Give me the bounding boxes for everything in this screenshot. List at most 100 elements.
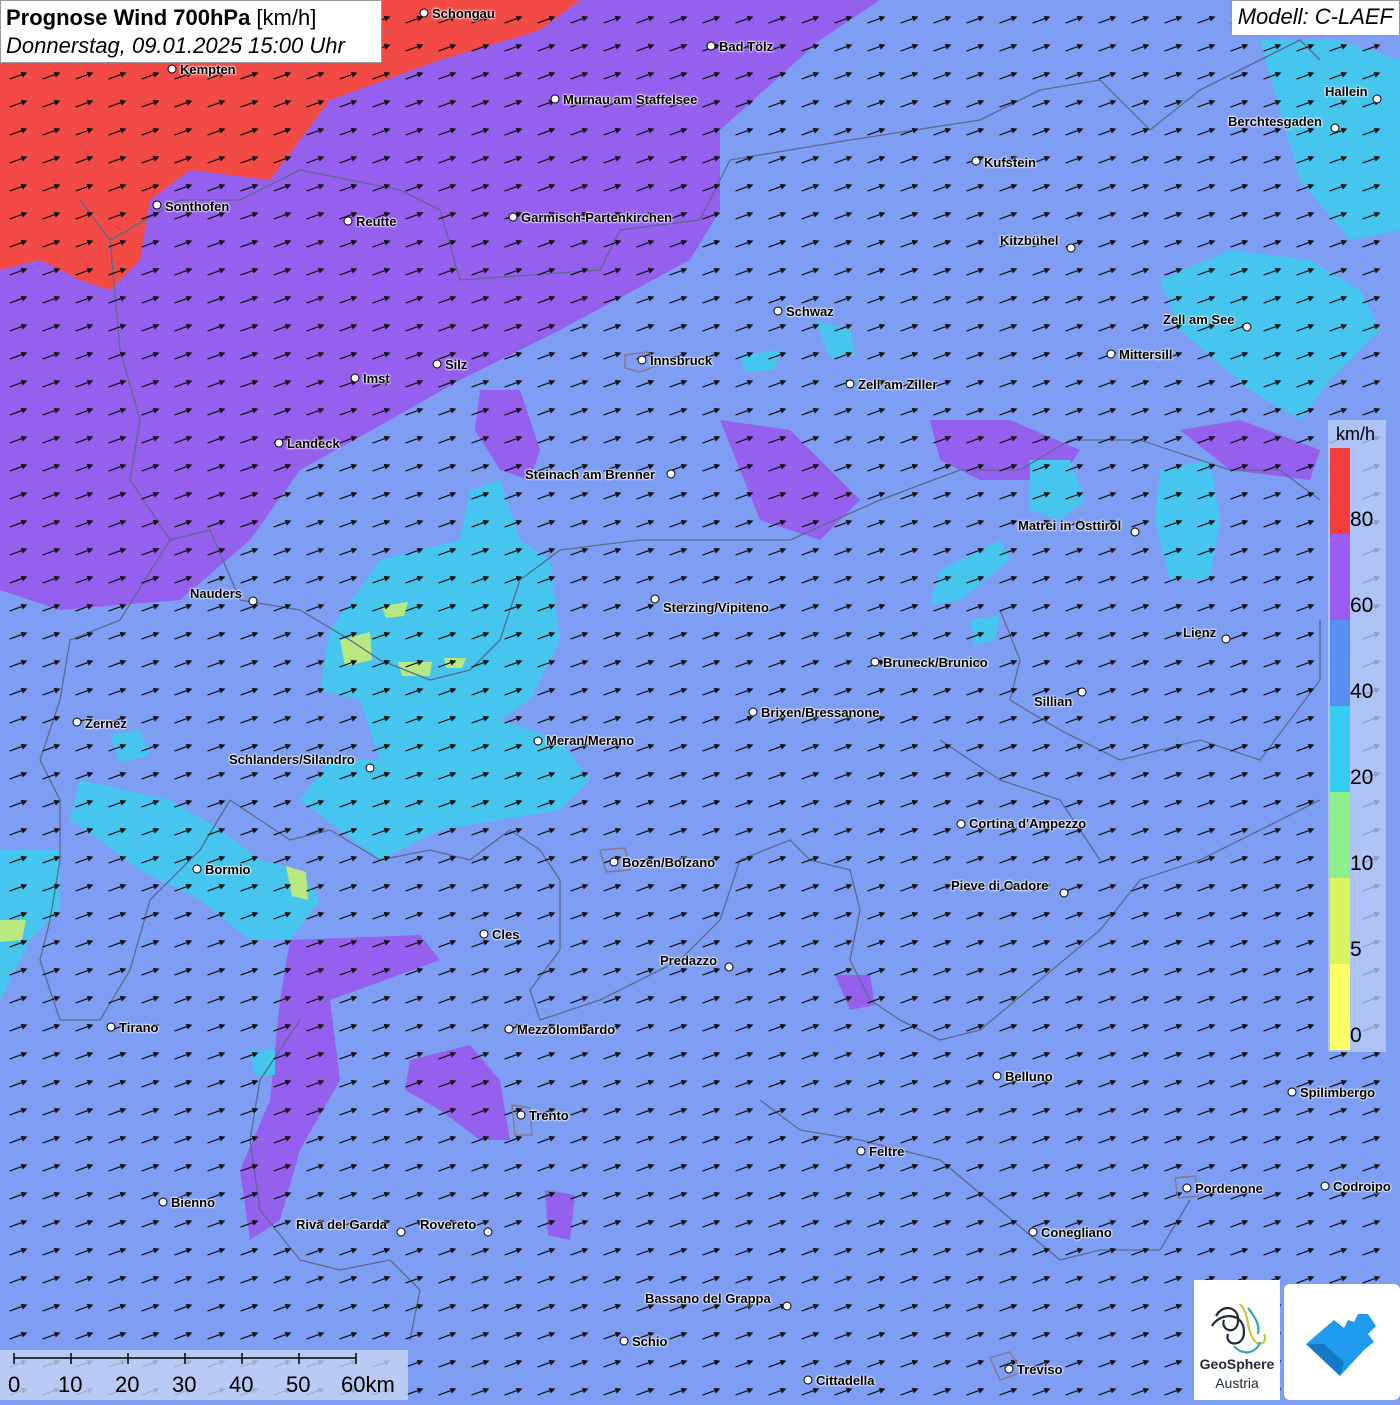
city-marker <box>432 359 442 369</box>
city-marker <box>350 373 360 383</box>
city-label: Garmisch-Partenkirchen <box>521 210 673 225</box>
city-marker <box>508 212 518 222</box>
city-label: Trento <box>529 1108 569 1123</box>
city-label: Schwaz <box>786 304 834 319</box>
city-marker <box>106 1022 116 1032</box>
scale-label: 10 <box>58 1372 83 1397</box>
city-label: Schongau <box>432 6 495 21</box>
legend-color-segment <box>1330 792 1350 878</box>
app-logo <box>1284 1284 1400 1400</box>
city-label: Pordenone <box>1195 1181 1263 1196</box>
city-marker <box>1066 243 1076 253</box>
city-label: Bad Tölz <box>719 39 774 54</box>
city-marker <box>1320 1181 1330 1191</box>
city-marker <box>956 819 966 829</box>
city-marker <box>1330 123 1340 133</box>
city-label: Conegliano <box>1041 1225 1112 1240</box>
city-marker <box>1242 322 1252 332</box>
legend-label: 0 <box>1350 1024 1362 1047</box>
legend-label: 20 <box>1350 766 1374 789</box>
city-marker <box>706 41 716 51</box>
city-marker <box>971 156 981 166</box>
wind-zone-60-80 <box>545 1190 575 1240</box>
city-label: Murnau am Staffelsee <box>563 92 698 107</box>
legend-color-segment <box>1330 706 1350 792</box>
city-label: Cles <box>492 927 520 942</box>
city-marker <box>724 962 734 972</box>
city-marker <box>1028 1227 1038 1237</box>
city-label: Zernez <box>85 716 127 731</box>
wind-zone-10-20 <box>0 920 26 942</box>
city-marker <box>666 469 676 479</box>
city-label: Berchtesgaden <box>1228 114 1322 129</box>
city-label: Lienz <box>1183 625 1217 640</box>
city-label: Bruneck/Brunico <box>883 655 988 670</box>
city-label: Reutte <box>356 214 397 229</box>
city-label: Kufstein <box>984 155 1036 170</box>
city-marker <box>1221 634 1231 644</box>
legend-color-segment <box>1330 534 1350 620</box>
scale-label: 50 <box>286 1372 311 1397</box>
legend-label: 5 <box>1350 938 1362 961</box>
city-label: Innsbruck <box>650 353 713 368</box>
city-label: Bozen/Bolzano <box>622 855 716 870</box>
city-marker <box>504 1024 514 1034</box>
city-label: Sonthofen <box>165 199 230 214</box>
city-label: Schlanders/Silandro <box>229 752 355 767</box>
model-label: Modell: C-LAEF <box>1230 0 1400 36</box>
legend-color-segment <box>1330 878 1350 964</box>
city-label: Feltre <box>869 1144 905 1159</box>
city-marker <box>1077 687 1087 697</box>
city-marker <box>1130 527 1140 537</box>
city-label: Predazzo <box>660 953 718 968</box>
app-logo-icon <box>1306 1314 1376 1376</box>
city-label: Nauders <box>190 586 243 601</box>
city-marker <box>192 864 202 874</box>
city-label: Tirano <box>119 1020 159 1035</box>
city-marker <box>609 857 619 867</box>
city-marker <box>870 657 880 667</box>
scale-label: 40 <box>229 1372 254 1397</box>
city-label: Kitzbühel <box>1000 233 1059 248</box>
city-label: Silz <box>445 357 468 372</box>
city-marker <box>782 1301 792 1311</box>
city-marker <box>248 596 258 606</box>
city-label: Zell am See <box>1163 312 1235 327</box>
map-title: Prognose Wind 700hPa [km/h] <box>6 4 376 32</box>
city-label: Sterzing/Vipiteno <box>663 600 769 615</box>
legend-unit: km/h <box>1336 424 1376 444</box>
city-label: Bienno <box>171 1195 216 1210</box>
city-marker <box>1004 1364 1014 1374</box>
city-marker <box>550 94 560 104</box>
legend-color-segment <box>1330 620 1350 706</box>
title-bold: Prognose Wind 700hPa <box>6 5 251 30</box>
city-label: Mezzolombardo <box>517 1022 616 1037</box>
city-marker <box>152 200 162 210</box>
city-label: Zell am Ziller <box>858 377 938 392</box>
city-marker <box>533 736 543 746</box>
city-label: Bassano del Grappa <box>645 1291 771 1306</box>
city-label: Schio <box>632 1334 668 1349</box>
city-marker <box>803 1375 813 1385</box>
city-label: Riva del Garda <box>296 1217 388 1232</box>
city-marker <box>773 306 783 316</box>
city-label: Rovereto <box>420 1217 477 1232</box>
scale-label: 20 <box>115 1372 140 1397</box>
forecast-datetime: Donnerstag, 09.01.2025 15:00 Uhr <box>6 33 345 58</box>
legend-label: 60 <box>1350 594 1374 617</box>
city-label: Treviso <box>1017 1362 1063 1377</box>
city-marker <box>992 1071 1002 1081</box>
map-title-box: Prognose Wind 700hPa [km/h] Donnerstag, … <box>0 0 382 63</box>
city-label: Hallein <box>1325 84 1368 99</box>
legend-label: 10 <box>1350 852 1374 875</box>
city-marker <box>479 929 489 939</box>
city-marker <box>1372 94 1382 104</box>
city-label: Cortina d'Ampezzo <box>969 816 1087 831</box>
city-marker <box>637 355 647 365</box>
city-marker <box>365 763 375 773</box>
city-label: Brixen/Bressanone <box>761 705 880 720</box>
city-marker <box>1182 1183 1192 1193</box>
city-label: Spilimbergo <box>1300 1085 1376 1100</box>
city-label: Meran/Merano <box>546 733 635 748</box>
city-label: Matrei in Osttirol <box>1018 518 1122 533</box>
